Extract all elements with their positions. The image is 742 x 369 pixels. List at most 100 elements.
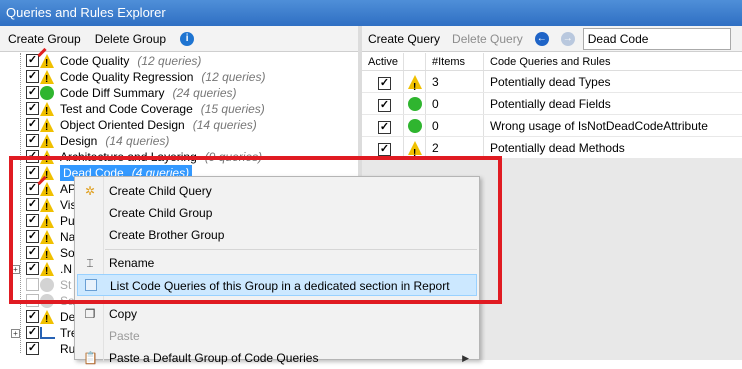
tree-item[interactable]: ✓ Architecture and Layering (9 queries) bbox=[0, 149, 358, 168]
column-header-items[interactable]: #Items bbox=[426, 53, 484, 70]
column-header-active[interactable]: Active bbox=[362, 53, 404, 70]
checkbox[interactable]: ✓ bbox=[26, 54, 39, 67]
sparkle-icon: ✲ bbox=[84, 184, 96, 198]
query-name: Wrong usage of IsNotDeadCodeAttribute bbox=[490, 119, 708, 133]
table-row[interactable]: ✓ 2 Potentially dead Methods bbox=[362, 137, 742, 165]
column-header-status[interactable] bbox=[404, 53, 426, 70]
expand-icon[interactable]: + bbox=[11, 329, 20, 338]
tree-item[interactable]: ✓ Test and Code Coverage (15 queries) bbox=[0, 101, 358, 120]
active-checkbox[interactable]: ✓ bbox=[378, 77, 391, 90]
checkbox[interactable]: ✓ bbox=[26, 86, 39, 99]
checkbox[interactable]: ✓ bbox=[26, 182, 39, 195]
grid-header: Active #Items Code Queries and Rules bbox=[362, 53, 742, 71]
tree-item-count: (12 queries) bbox=[201, 70, 266, 84]
ok-icon bbox=[404, 93, 426, 114]
create-child-query-item[interactable]: ✲ Create Child Query bbox=[77, 180, 477, 202]
tree-item[interactable]: ✓ Design (14 queries) bbox=[0, 133, 358, 152]
checkbox[interactable]: ✓ bbox=[26, 166, 39, 179]
tree-item[interactable]: ✓ Code Quality (12 queries) bbox=[0, 47, 358, 72]
back-arrow-icon[interactable]: ← bbox=[534, 31, 549, 46]
copy-item[interactable]: ❐ Copy bbox=[77, 303, 477, 325]
create-child-group-item[interactable]: Create Child Group bbox=[77, 202, 477, 224]
checkbox[interactable]: ✓ bbox=[26, 70, 39, 83]
warning-icon bbox=[40, 117, 56, 136]
checkbox[interactable]: ✓ bbox=[26, 102, 39, 115]
tree-item-label: Code Quality bbox=[60, 54, 130, 68]
window-title: Queries and Rules Explorer bbox=[0, 0, 742, 26]
checkbox[interactable]: ✓ bbox=[26, 342, 39, 355]
checkbox[interactable]: ✓ bbox=[26, 118, 39, 131]
warning-icon bbox=[404, 137, 426, 165]
warning-icon bbox=[40, 261, 56, 280]
tree-item-count: (15 queries) bbox=[200, 102, 265, 116]
query-name: Potentially dead Fields bbox=[490, 97, 611, 111]
grey-dot-icon bbox=[40, 277, 56, 293]
create-brother-group-item[interactable]: Create Brother Group bbox=[77, 224, 477, 246]
tree-item-label: Architecture and Layering bbox=[60, 150, 197, 164]
menu-separator bbox=[105, 300, 477, 301]
create-group-button[interactable]: Create Group bbox=[8, 32, 81, 46]
checkbox[interactable] bbox=[26, 278, 39, 291]
checkbox[interactable]: ✓ bbox=[26, 310, 39, 323]
checkbox[interactable]: ✓ bbox=[26, 230, 39, 243]
checkbox[interactable]: ✓ bbox=[26, 198, 39, 211]
column-header-name[interactable]: Code Queries and Rules bbox=[484, 53, 742, 70]
tree-item-label: Design bbox=[60, 134, 98, 148]
tree-item[interactable]: ✓ Code Quality Regression (12 queries) bbox=[0, 69, 358, 88]
tree-item-count: (14 queries) bbox=[105, 134, 170, 148]
tree-item-label: .N bbox=[60, 262, 72, 276]
warning-icon bbox=[40, 133, 56, 152]
checkbox[interactable]: ✓ bbox=[26, 134, 39, 147]
ok-icon bbox=[404, 115, 426, 136]
paste-default-group-item[interactable]: 📋 Paste a Default Group of Code Queries … bbox=[77, 347, 477, 369]
active-checkbox[interactable]: ✓ bbox=[378, 99, 391, 112]
list-queries-in-report-item[interactable]: List Code Queries of this Group in a ded… bbox=[77, 274, 477, 296]
table-row[interactable]: ✓ 0 Potentially dead Fields bbox=[362, 93, 742, 115]
info-icon[interactable]: i bbox=[180, 31, 195, 46]
tree-item-label: Pu bbox=[60, 214, 75, 228]
warning-icon bbox=[40, 69, 56, 88]
warning-icon bbox=[40, 101, 56, 120]
tree-item-count: (14 queries) bbox=[192, 118, 257, 132]
query-name: Potentially dead Methods bbox=[490, 141, 625, 155]
groups-toolbar: Create Group Delete Group i bbox=[0, 26, 358, 52]
paste-icon: 📋 bbox=[83, 351, 98, 365]
ok-icon bbox=[40, 85, 56, 101]
checkbox[interactable]: ✓ bbox=[26, 326, 39, 339]
checkbox[interactable]: ✓ bbox=[26, 214, 39, 227]
checkbox[interactable]: ✓ bbox=[26, 150, 39, 163]
table-row[interactable]: ✓ 3 Potentially dead Types bbox=[362, 71, 742, 99]
delete-group-button[interactable]: Delete Group bbox=[95, 32, 166, 46]
forward-arrow-icon[interactable]: → bbox=[560, 31, 575, 46]
tree-item-count: (9 queries) bbox=[204, 150, 263, 164]
checkbox[interactable] bbox=[26, 294, 39, 307]
checkbox[interactable]: ✓ bbox=[26, 246, 39, 259]
active-checkbox[interactable]: ✓ bbox=[378, 143, 391, 156]
warning-icon bbox=[404, 71, 426, 99]
items-count: 3 bbox=[426, 71, 484, 92]
queries-grid: Active #Items Code Queries and Rules ✓ 3… bbox=[362, 53, 742, 165]
tree-item-label: Object Oriented Design bbox=[60, 118, 185, 132]
delete-query-button[interactable]: Delete Query bbox=[452, 32, 523, 46]
tree-item-count: (12 queries) bbox=[137, 54, 202, 68]
tree-item-label: So bbox=[60, 246, 75, 260]
warning-icon bbox=[40, 213, 56, 232]
warning-icon bbox=[40, 197, 56, 216]
current-group-field[interactable]: Dead Code bbox=[582, 27, 731, 50]
rename-item[interactable]: ⌶ Rename bbox=[77, 252, 477, 274]
warning-icon bbox=[40, 149, 56, 168]
table-row[interactable]: ✓ 0 Wrong usage of IsNotDeadCodeAttribut… bbox=[362, 115, 742, 137]
checkbox[interactable]: ✓ bbox=[26, 262, 39, 275]
tree-item[interactable]: ✓ Object Oriented Design (14 queries) bbox=[0, 117, 358, 136]
submenu-arrow-icon: ▶ bbox=[462, 353, 469, 363]
tree-item-label: Test and Code Coverage bbox=[60, 102, 193, 116]
create-query-button[interactable]: Create Query bbox=[368, 32, 440, 46]
paste-item[interactable]: Paste bbox=[77, 325, 477, 347]
tree-item[interactable]: ✓ Code Diff Summary (24 queries) bbox=[0, 85, 358, 101]
active-checkbox[interactable]: ✓ bbox=[378, 121, 391, 134]
tree-item-label: St bbox=[60, 278, 72, 292]
warning-icon bbox=[40, 309, 56, 328]
expand-icon[interactable]: + bbox=[11, 265, 20, 274]
items-count: 0 bbox=[426, 115, 484, 136]
copy-icon: ❐ bbox=[84, 307, 96, 321]
